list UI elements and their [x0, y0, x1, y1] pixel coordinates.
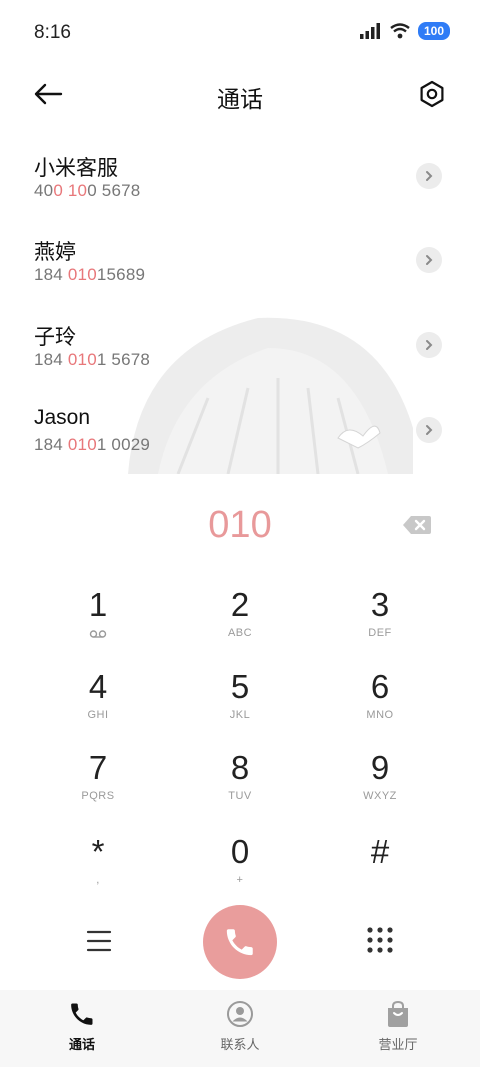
signal-icon	[359, 23, 380, 39]
tab-label: 联系人	[220, 1037, 260, 1052]
settings-button[interactable]	[414, 76, 450, 112]
key-4[interactable]: 4 GHI	[38, 667, 158, 741]
wifi-icon	[390, 23, 410, 39]
gear-icon	[420, 80, 444, 108]
status-time: 8:16	[34, 22, 71, 43]
contact-name: 小米客服	[34, 157, 118, 180]
chevron-right-icon	[426, 425, 433, 435]
contact-number: 184 0101 0029	[34, 435, 151, 454]
contact-detail-button[interactable]	[416, 247, 442, 273]
key-0[interactable]: 0 +	[180, 832, 300, 906]
key-8[interactable]: 8 TUV	[180, 748, 300, 822]
key-star[interactable]: * ,	[38, 832, 158, 906]
key-3[interactable]: 3 DEF	[320, 585, 440, 659]
status-icons: 100	[359, 22, 450, 40]
tab-calls[interactable]: 通话	[22, 998, 142, 1053]
contact-name: Jason	[34, 406, 91, 429]
page-title: 通话	[217, 86, 263, 112]
contact-detail-button[interactable]	[416, 417, 442, 443]
contact-row[interactable]: 子玲 184 0101 5678	[0, 299, 480, 381]
shopping-bag-icon	[388, 1000, 408, 1027]
backspace-icon[interactable]	[402, 514, 432, 536]
tab-label: 营业厅	[378, 1037, 418, 1052]
person-icon	[227, 1001, 253, 1027]
tab-label: 通话	[68, 1037, 95, 1052]
contact-suggestions: 小米客服 400 100 5678 燕婷 184 01015689 子玲 184…	[0, 130, 480, 474]
contact-row[interactable]: Jason 184 0101 0029	[0, 384, 480, 466]
tab-service-hall[interactable]: 营业厅	[338, 998, 458, 1053]
header: 通话	[0, 64, 480, 124]
contact-detail-button[interactable]	[416, 332, 442, 358]
key-5[interactable]: 5 JKL	[180, 667, 300, 741]
contact-number: 184 0101 5678	[34, 350, 151, 369]
chevron-right-icon	[426, 255, 433, 265]
status-bar: 8:16 100	[0, 0, 480, 64]
chevron-right-icon	[426, 171, 433, 181]
bottom-tab-bar: 通话 联系人 营业厅	[0, 990, 480, 1067]
menu-icon[interactable]	[82, 926, 116, 956]
call-button[interactable]	[203, 905, 277, 979]
call-actions	[0, 900, 480, 982]
dialpad-toggle-icon[interactable]	[364, 924, 396, 956]
contact-row[interactable]: 小米客服 400 100 5678	[0, 130, 480, 212]
voicemail-icon	[89, 630, 107, 638]
key-hash[interactable]: #	[320, 832, 440, 906]
contact-detail-button[interactable]	[416, 163, 442, 189]
contact-name: 子玲	[34, 326, 76, 349]
tab-contacts[interactable]: 联系人	[180, 998, 300, 1053]
key-1[interactable]: 1	[38, 585, 158, 659]
key-7[interactable]: 7 PQRS	[38, 748, 158, 822]
key-2[interactable]: 2 ABC	[180, 585, 300, 659]
phone-icon	[71, 1003, 93, 1025]
contact-row[interactable]: 燕婷 184 01015689	[0, 214, 480, 296]
key-6[interactable]: 6 MNO	[320, 667, 440, 741]
dial-display: 010	[0, 490, 480, 560]
contact-name: 燕婷	[34, 241, 76, 264]
contact-number: 400 100 5678	[34, 181, 141, 200]
contact-number: 184 01015689	[34, 265, 146, 284]
chevron-right-icon	[426, 340, 433, 350]
key-9[interactable]: 9 WXYZ	[320, 748, 440, 822]
battery-indicator: 100	[417, 22, 450, 40]
phone-icon	[226, 929, 253, 956]
